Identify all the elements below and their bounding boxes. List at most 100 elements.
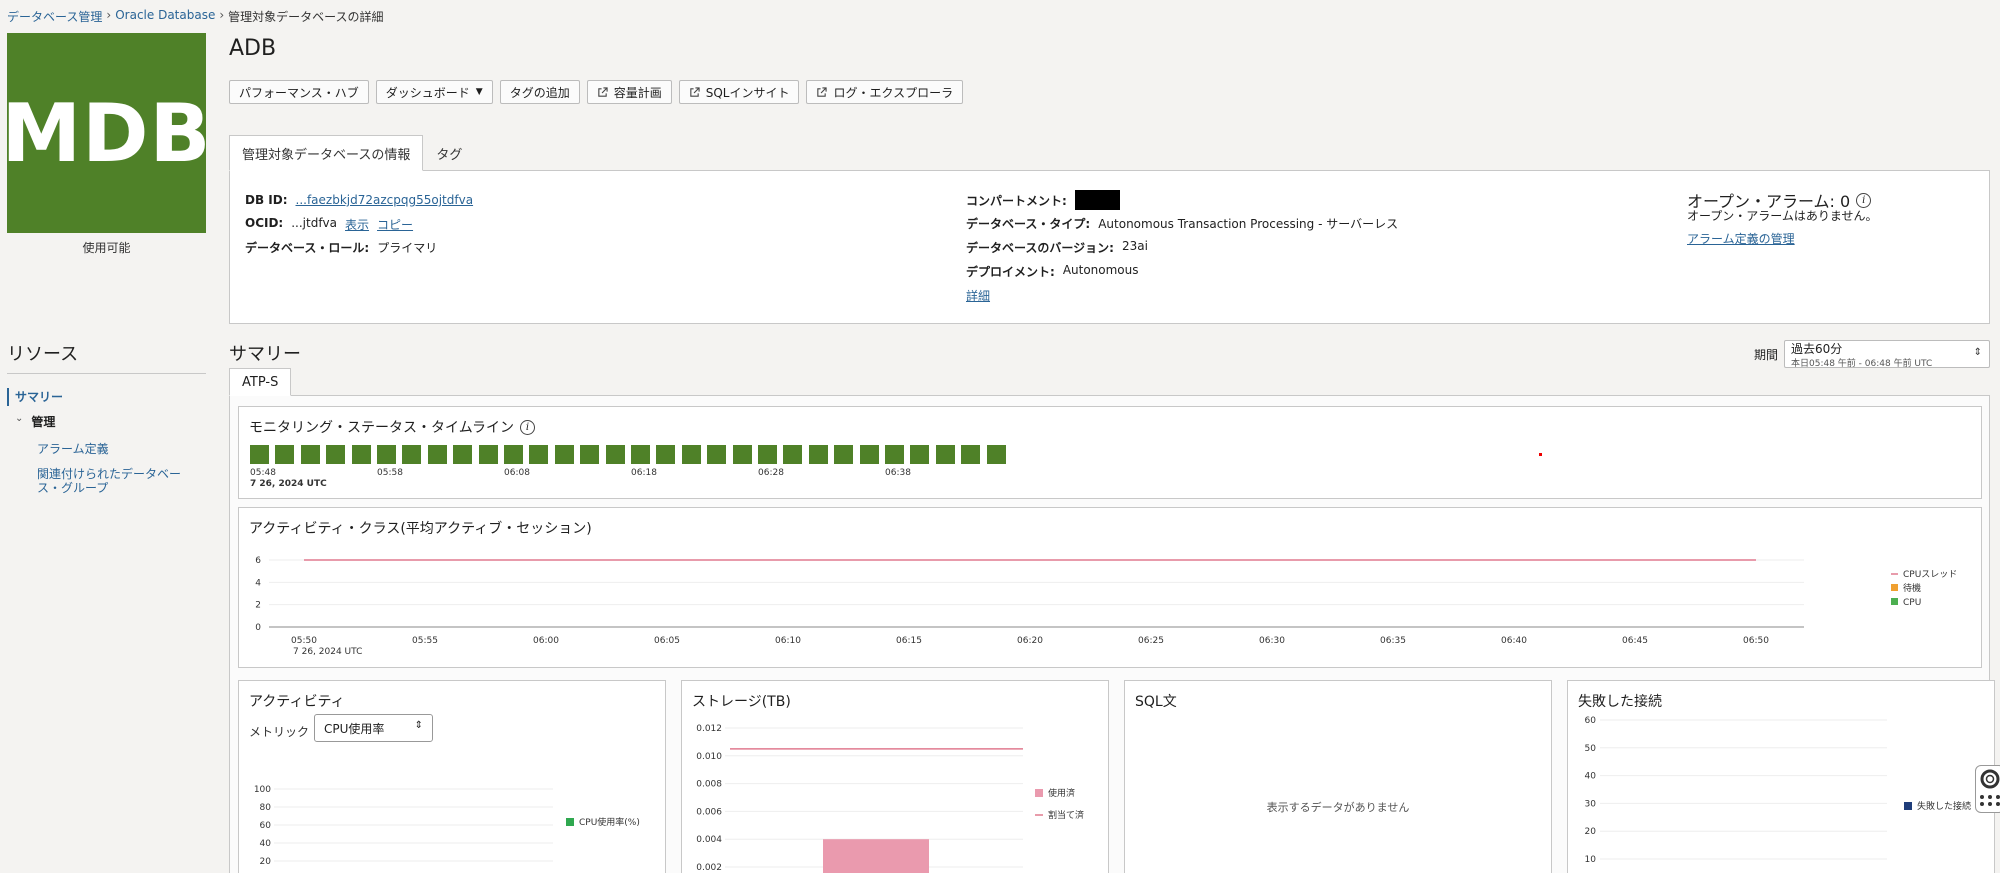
timeline-status-block[interactable] — [377, 445, 396, 464]
timeline-status-block[interactable] — [707, 445, 727, 464]
marker-dot — [1539, 453, 1542, 456]
manage-alarms-link[interactable]: アラーム定義の管理 — [1687, 230, 1795, 247]
sql-title: SQL文 — [1135, 694, 1177, 710]
x-tick-label: 06:05 — [654, 636, 680, 646]
breadcrumb-oracle-database[interactable]: Oracle Database — [115, 8, 215, 25]
timeline-label: 05:58 — [377, 468, 403, 478]
sidebar-item-summary[interactable]: サマリー — [7, 388, 63, 406]
timeline-status-block[interactable] — [580, 445, 600, 464]
info-icon[interactable]: i — [1856, 192, 1872, 208]
period-select[interactable]: 過去60分 本日05:48 午前 - 06:48 午前 UTC ⇕ — [1784, 340, 1990, 369]
dashboard-label: ダッシュボード — [385, 85, 470, 100]
timeline-status-block[interactable] — [885, 445, 904, 464]
timeline-status-block[interactable] — [478, 445, 498, 464]
log-explorer-button[interactable]: ログ・エクスプローラ — [806, 80, 964, 104]
timeline-status-block[interactable] — [859, 445, 879, 464]
deployment-label: デプロイメント: — [966, 265, 1055, 279]
timeline-status-block[interactable] — [808, 445, 828, 464]
capacity-plan-button[interactable]: 容量計画 — [586, 80, 672, 104]
x-tick-label: 06:10 — [775, 636, 801, 646]
legend-label: CPUスレッド — [1903, 570, 1957, 580]
dashboard-dropdown-button[interactable]: ダッシュボード ▼ — [375, 80, 493, 104]
timeline-status-block[interactable] — [910, 445, 930, 464]
external-link-icon — [598, 86, 608, 97]
no-alarms-text: オープン・アラームはありません。 — [1687, 209, 1878, 223]
y-tick-label: 0 — [255, 623, 261, 633]
y-tick-label: 0.002 — [696, 863, 722, 873]
timeline-status-block[interactable] — [402, 445, 422, 464]
timeline-status-block[interactable] — [834, 445, 854, 464]
y-tick-label: 4 — [255, 578, 261, 588]
timeline-status-block[interactable] — [554, 445, 574, 464]
timeline-status-block[interactable] — [758, 445, 777, 464]
tab-tags[interactable]: タグ — [423, 135, 475, 171]
details-link[interactable]: 詳細 — [966, 287, 990, 304]
action-toolbar: パフォーマンス・ハブ ダッシュボード ▼ タグの追加 容量計画 SQLインサイト… — [229, 80, 964, 104]
x-tick-label: 06:00 — [533, 636, 559, 646]
storage-panel: ストレージ(TB) 0.002 0.004 0.006 0.008 0.010 0.012… — [681, 680, 1109, 873]
activity-panel: アクティビティ メトリック CPU使用率 ⇕ 20 40 60 80 100 CPU使用率… — [238, 680, 666, 873]
timeline-title-row: モニタリング・ステータス・タイムライン i — [249, 417, 536, 437]
sidebar-item-related-groups[interactable]: 関連付けられたデータベー ス・グループ — [37, 467, 181, 495]
breadcrumb-separator: › — [106, 8, 112, 22]
timeline-status-block[interactable] — [732, 445, 752, 464]
breadcrumb-db-management[interactable]: データベース管理 — [7, 8, 102, 25]
db-id-value[interactable]: ...faezbkjd72azcpqg55ojtdfva — [296, 193, 474, 207]
timeline-status-block[interactable] — [631, 445, 650, 464]
y-tick-label: 40 — [1585, 772, 1597, 782]
info-tabs: 管理対象データベースの情報 タグ — [229, 135, 475, 171]
y-tick-label: 0.008 — [696, 780, 722, 790]
timeline-status-block[interactable] — [681, 445, 701, 464]
timeline-status-block[interactable] — [275, 445, 295, 464]
x-tick-label: 06:15 — [896, 636, 922, 646]
timeline-status-block[interactable] — [351, 445, 371, 464]
legend-label: 失敗した接続 — [1917, 800, 1971, 812]
legend-label: 待機 — [1903, 582, 1921, 594]
add-tag-button[interactable]: タグの追加 — [499, 80, 580, 104]
legend-label: 使用済 — [1048, 787, 1075, 799]
legend-swatch — [566, 818, 574, 826]
timeline-status-block[interactable] — [326, 445, 346, 464]
legend-label: 割当て済 — [1048, 809, 1084, 821]
timeline-label: 06:38 — [885, 468, 911, 478]
activity-chart: 20 40 60 80 100 CPU使用率(%) — [254, 785, 640, 867]
sidebar-item-management[interactable]: ⌄ 管理 — [15, 413, 55, 430]
timeline-status-block[interactable] — [605, 445, 625, 464]
sql-insight-button[interactable]: SQLインサイト — [678, 80, 800, 104]
caret-down-icon: ▼ — [475, 87, 483, 97]
timeline-status-block[interactable] — [453, 445, 473, 464]
timeline-status-block[interactable] — [504, 445, 523, 464]
info-icon[interactable]: i — [520, 419, 536, 435]
tab-database-info[interactable]: 管理対象データベースの情報 — [229, 135, 424, 171]
timeline-status-block[interactable] — [935, 445, 955, 464]
sql-statements-panel: SQL文 表示するデータがありません — [1124, 680, 1552, 873]
tab-atp-s[interactable]: ATP-S — [229, 368, 292, 396]
period-range: 本日05:48 午前 - 06:48 午前 UTC — [1791, 359, 1933, 369]
y-tick-label: 0.010 — [696, 752, 722, 762]
ocid-copy-link[interactable]: コピー — [377, 216, 413, 233]
lifebuoy-icon — [1980, 769, 2000, 806]
timeline-status-block[interactable] — [427, 445, 447, 464]
legend-swatch — [1891, 598, 1898, 605]
help-widget-button[interactable] — [1975, 765, 2000, 813]
timeline-status-block[interactable] — [986, 445, 1006, 464]
y-tick-label: 100 — [254, 785, 271, 795]
db-version-row: データベースのバージョン: 23ai — [966, 239, 1148, 256]
x-tick-label: 06:20 — [1017, 636, 1043, 646]
x-tick-label: 05:50 — [291, 636, 317, 646]
timeline-status-block[interactable] — [783, 445, 803, 464]
db-role-row: データベース・ロール: プライマリ — [245, 239, 437, 256]
timeline-status-block[interactable] — [961, 445, 981, 464]
timeline-status-block[interactable] — [656, 445, 676, 464]
timeline-status-block[interactable] — [529, 445, 549, 464]
sidebar-item-alarm-definitions[interactable]: アラーム定義 — [37, 440, 109, 457]
ocid-show-link[interactable]: 表示 — [345, 216, 369, 233]
add-tag-label: タグの追加 — [509, 85, 570, 100]
failed-connections-chart: 10 20 30 40 50 60 失敗した接続 — [1585, 716, 1971, 865]
timeline-status-block[interactable] — [250, 445, 269, 464]
details-row: 詳細 — [966, 287, 990, 304]
performance-hub-button[interactable]: パフォーマンス・ハブ — [229, 80, 369, 104]
y-tick-label: 60 — [260, 821, 272, 831]
y-tick-label: 6 — [255, 556, 261, 566]
timeline-status-block[interactable] — [300, 445, 320, 464]
